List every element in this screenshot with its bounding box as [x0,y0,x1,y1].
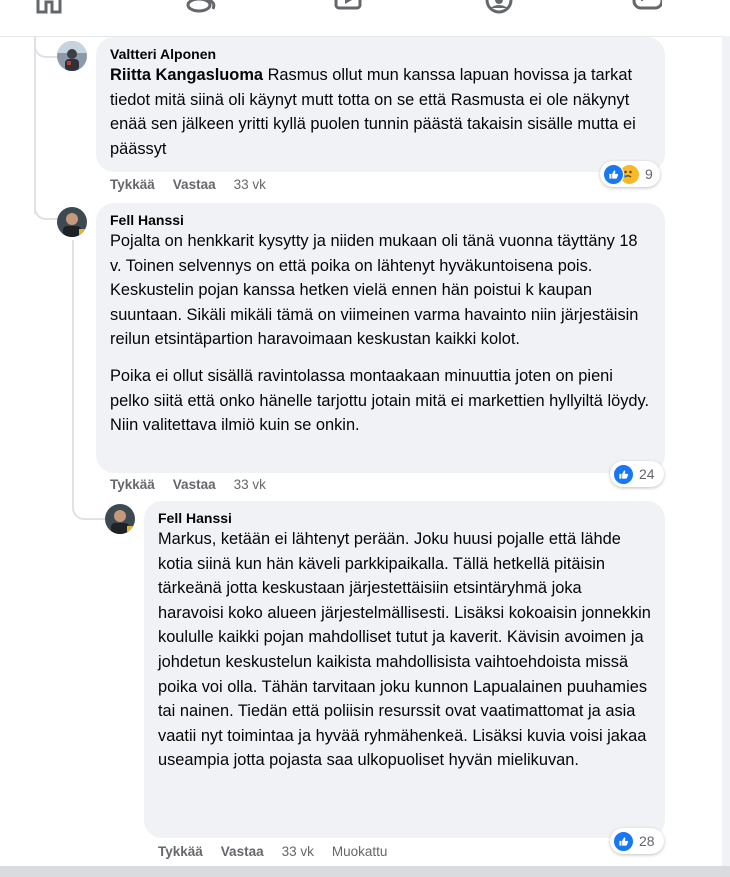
comment-author[interactable]: Fell Hanssi [158,509,651,527]
avatar[interactable] [105,504,135,534]
reaction-count: 9 [645,166,653,182]
groups-icon[interactable] [484,0,514,16]
top-navigation-bar [0,0,730,37]
comment-actions: Tykkää Vastaa 33 vk [110,477,284,493]
like-button[interactable]: Tykkää [110,177,155,192]
timestamp[interactable]: 33 vk [234,477,266,492]
reaction-count: 24 [639,466,655,482]
like-reaction-icon [613,830,634,852]
like-reaction-icon [603,163,624,185]
home-icon[interactable] [34,0,64,16]
friends-icon[interactable] [186,0,216,16]
edited-label[interactable]: Muokattu [332,844,388,859]
like-reaction-icon [613,463,634,485]
comment-bubble: Fell Hanssi Pojalta on henkkarit kysytty… [96,203,665,473]
comment-actions: Tykkää Vastaa 33 vk Muokattu [158,844,405,860]
bottom-edge [0,866,730,877]
avatar[interactable] [57,41,87,71]
gaming-icon[interactable] [632,0,662,16]
like-button[interactable]: Tykkää [158,844,203,859]
like-button[interactable]: Tykkää [110,477,155,492]
reply-button[interactable]: Vastaa [173,177,216,192]
comment-text: Markus, ketään ei lähtenyt perään. Joku … [158,530,651,770]
comment-author[interactable]: Valtteri Alponen [110,45,651,63]
reply-button[interactable]: Vastaa [221,844,264,859]
avatar[interactable] [57,207,87,237]
comment-bubble: Valtteri Alponen Riitta Kangasluoma Rasm… [96,37,665,172]
comment-author[interactable]: Fell Hanssi [110,211,651,229]
reply-button[interactable]: Vastaa [173,477,216,492]
thread-connector [34,196,58,220]
watch-icon[interactable] [333,0,363,16]
timestamp[interactable]: 33 vk [234,177,266,192]
comment-paragraph: Pojalta on henkkarit kysytty ja niiden m… [110,232,639,349]
comment-bubble: Fell Hanssi Markus, ketään ei lähtenyt p… [144,501,665,838]
thread-line [34,36,36,214]
reaction-summary[interactable]: 24 [610,461,664,487]
reaction-summary[interactable]: 28 [610,828,664,854]
comment-actions: Tykkää Vastaa 33 vk [110,177,284,193]
reaction-count: 28 [639,833,655,849]
comment-paragraph: Poika ei ollut sisällä ravintolassa mont… [110,366,650,435]
comment-text: Riitta Kangasluoma Rasmus ollut mun kans… [110,63,651,161]
timestamp[interactable]: 33 vk [282,844,314,859]
thread-line [72,240,74,480]
thread-connector [72,480,106,520]
scrollbar-track[interactable] [722,36,730,866]
thread-connector [34,36,58,58]
mention-link[interactable]: Riitta Kangasluoma [110,66,263,84]
reaction-summary[interactable]: 9 [600,161,660,187]
